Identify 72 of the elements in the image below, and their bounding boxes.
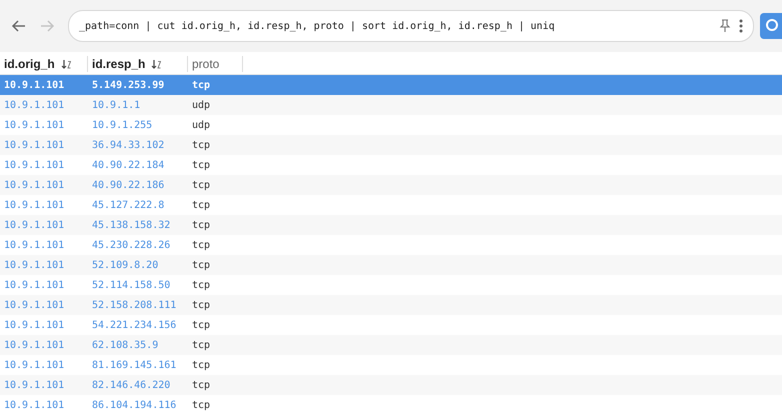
table-cell-text: 10.9.1.101 bbox=[3, 140, 66, 150]
table-cell-text: tcp bbox=[191, 80, 212, 90]
table-cell-text: 10.9.1.101 bbox=[3, 300, 66, 310]
table-row[interactable]: 10.9.1.101 82.146.46.220 tcp bbox=[0, 375, 782, 395]
sort-icon bbox=[60, 58, 72, 70]
table-cell-text: 40.90.22.184 bbox=[91, 160, 166, 170]
table-cell-text: tcp bbox=[191, 200, 212, 210]
table-cell-text: 10.9.1.101 bbox=[3, 340, 66, 350]
table-cell-text: tcp bbox=[191, 140, 212, 150]
table-row[interactable]: 10.9.1.101 10.9.1.1 udp bbox=[0, 95, 782, 115]
table-cell-text: 36.94.33.102 bbox=[91, 140, 166, 150]
search-bar[interactable]: _path=conn | cut id.orig_h, id.resp_h, proto | sort id.orig_h, id.resp_h | uniq bbox=[68, 10, 754, 42]
table-cell-text: 10.9.1.101 bbox=[3, 160, 66, 170]
table-cell-text: tcp bbox=[191, 340, 212, 350]
table-row[interactable]: 10.9.1.101 52.109.8.20 tcp bbox=[0, 255, 782, 275]
column-header[interactable]: id.orig_h bbox=[0, 56, 88, 72]
table-cell-text: udp bbox=[191, 100, 212, 110]
table-cell-text: 52.158.208.111 bbox=[91, 300, 178, 310]
table-cell-text: tcp bbox=[191, 180, 212, 190]
table-cell-text: tcp bbox=[191, 320, 212, 330]
forward-arrow-icon bbox=[39, 18, 55, 34]
back-arrow-icon bbox=[11, 18, 27, 34]
search-icon bbox=[764, 19, 778, 33]
table-cell-text: 10.9.1.101 bbox=[3, 100, 66, 110]
table-cell-text: 45.127.222.8 bbox=[91, 200, 166, 210]
query-field[interactable]: _path=conn | cut id.orig_h, id.resp_h, proto | sort id.orig_h, id.resp_h | uniq bbox=[79, 20, 711, 32]
table-cell-text: 54.221.234.156 bbox=[91, 320, 178, 330]
table-cell-text: tcp bbox=[191, 360, 212, 370]
pin-icon[interactable] bbox=[719, 19, 731, 33]
table-cell-text: 45.138.158.32 bbox=[91, 220, 172, 230]
table-cell-text: tcp bbox=[191, 280, 212, 290]
table-cell-text: 10.9.1.101 bbox=[3, 320, 66, 330]
table-cell-text: 10.9.1.1 bbox=[91, 100, 142, 110]
table-cell-text: 10.9.1.101 bbox=[3, 120, 66, 130]
table-cell-text: 10.9.1.101 bbox=[3, 280, 66, 290]
table-cell-text: 10.9.1.101 bbox=[3, 80, 66, 90]
table-cell-text: 10.9.1.101 bbox=[3, 200, 66, 210]
table-cell-text: 62.108.35.9 bbox=[91, 340, 160, 350]
column-header[interactable]: id.resp_h bbox=[88, 56, 188, 72]
table-cell-text: tcp bbox=[191, 300, 212, 310]
table-cell-text: tcp bbox=[191, 260, 212, 270]
table-cell-text: 81.169.145.161 bbox=[91, 360, 178, 370]
more-icon[interactable] bbox=[739, 19, 743, 33]
table-cell-text: 52.114.158.50 bbox=[91, 280, 172, 290]
table-cell-text: 5.149.253.99 bbox=[91, 80, 166, 90]
table-row[interactable]: 10.9.1.101 62.108.35.9 tcp bbox=[0, 335, 782, 355]
table-cell-text: 10.9.1.255 bbox=[91, 120, 154, 130]
table-cell-text: 10.9.1.101 bbox=[3, 240, 66, 250]
table-cell-text: 10.9.1.101 bbox=[3, 380, 66, 390]
table-cell-text: tcp bbox=[191, 400, 212, 410]
table-row[interactable]: 10.9.1.101 45.138.158.32 tcp bbox=[0, 215, 782, 235]
table-cell-text: tcp bbox=[191, 160, 212, 170]
table-row[interactable]: 10.9.1.101 52.158.208.111 tcp bbox=[0, 295, 782, 315]
search-button[interactable] bbox=[760, 13, 782, 39]
table-cell-text: tcp bbox=[191, 220, 212, 230]
table-cell-text: 10.9.1.101 bbox=[3, 260, 66, 270]
table-cell-text: 82.146.46.220 bbox=[91, 380, 172, 390]
table-cell-text: 10.9.1.101 bbox=[3, 180, 66, 190]
table-row[interactable]: 10.9.1.101 36.94.33.102 tcp bbox=[0, 135, 782, 155]
table-cell-text: 52.109.8.20 bbox=[91, 260, 160, 270]
table-cell-text: 45.230.228.26 bbox=[91, 240, 172, 250]
table-cell-text: 10.9.1.101 bbox=[3, 360, 66, 370]
table-cell-text: udp bbox=[191, 120, 212, 130]
column-header[interactable]: proto bbox=[188, 56, 243, 72]
table-row[interactable]: 10.9.1.101 40.90.22.186 tcp bbox=[0, 175, 782, 195]
sort-icon bbox=[151, 58, 162, 70]
table-cell-text: 10.9.1.101 bbox=[3, 220, 66, 230]
table-cell-text: tcp bbox=[191, 380, 212, 390]
table-cell-text: 10.9.1.101 bbox=[3, 400, 66, 410]
table-cell-text: 40.90.22.186 bbox=[91, 180, 166, 190]
table-cell-text: 86.104.194.116 bbox=[91, 400, 178, 410]
table-cell-text: tcp bbox=[191, 240, 212, 250]
